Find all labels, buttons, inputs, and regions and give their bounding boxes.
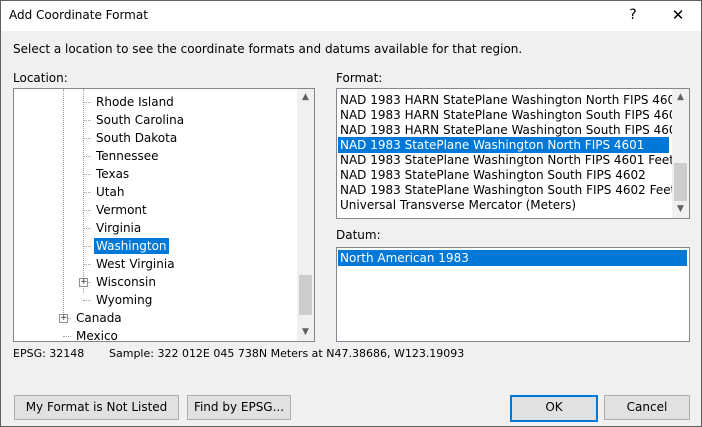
tree-connector (83, 300, 91, 301)
add-coordinate-format-dialog: Add Coordinate Format ? ✕ Select a locat… (0, 0, 702, 427)
format-list-item[interactable]: NAD 1983 StatePlane Washington North FIP… (338, 152, 674, 168)
scroll-thumb[interactable] (299, 275, 312, 315)
tree-item-wyoming[interactable]: Wyoming (94, 292, 154, 308)
tree-item-wisconsin[interactable]: Wisconsin (94, 274, 158, 290)
tree-connector (83, 102, 91, 103)
scroll-down-arrow-icon[interactable]: ▼ (297, 324, 314, 341)
datum-label: Datum: (336, 228, 381, 242)
tree-item-vermont[interactable]: Vermont (94, 202, 149, 218)
instructions-text: Select a location to see the coordinate … (13, 42, 523, 56)
format-list-item[interactable]: NAD 1983 StatePlane Washington North FIP… (338, 137, 669, 153)
scroll-up-arrow-icon[interactable]: ▲ (297, 89, 314, 106)
format-list[interactable]: NAD 1983 HARN StatePlane Washington Nort… (336, 88, 690, 219)
epsg-code: EPSG: 32148 (13, 347, 85, 360)
tree-connector (83, 264, 91, 265)
tree-item-canada[interactable]: Canada (74, 310, 124, 326)
tree-item-tennessee[interactable]: Tennessee (94, 148, 161, 164)
datum-list[interactable]: North American 1983 (336, 247, 690, 342)
tree-connector-level1 (63, 89, 64, 319)
tree-connector (83, 246, 91, 247)
tree-connector (83, 228, 91, 229)
title-bar: Add Coordinate Format ? ✕ (1, 1, 701, 31)
format-list-item[interactable]: Universal Transverse Mercator (Meters) (338, 197, 669, 213)
scroll-up-arrow-icon[interactable]: ▲ (672, 89, 689, 106)
tree-connector (83, 156, 91, 157)
format-list-item[interactable]: NAD 1983 HARN StatePlane Washington Nort… (338, 92, 689, 108)
format-list-item[interactable]: NAD 1983 HARN StatePlane Washington Sout… (338, 122, 689, 138)
close-button[interactable]: ✕ (655, 1, 701, 31)
tree-connector (83, 120, 91, 121)
help-button[interactable]: ? (610, 1, 656, 31)
location-scrollbar[interactable]: ▲ ▼ (297, 89, 314, 341)
expand-plus-icon[interactable]: + (79, 278, 88, 287)
datum-list-item[interactable]: North American 1983 (338, 250, 687, 266)
help-icon: ? (629, 7, 637, 23)
tree-item-south-dakota[interactable]: South Dakota (94, 130, 179, 146)
location-label: Location: (13, 71, 68, 85)
tree-connector (63, 336, 71, 337)
format-list-item[interactable]: NAD 1983 StatePlane Washington South FIP… (338, 167, 669, 183)
window-title: Add Coordinate Format (9, 8, 148, 22)
format-list-item[interactable]: NAD 1983 StatePlane Washington South FIP… (338, 182, 675, 198)
tree-item-utah[interactable]: Utah (94, 184, 126, 200)
ok-button[interactable]: OK (510, 395, 598, 422)
scroll-down-arrow-icon[interactable]: ▼ (672, 201, 689, 218)
tree-connector (83, 192, 91, 193)
expand-plus-icon[interactable]: + (59, 314, 68, 323)
tree-item-south-carolina[interactable]: South Carolina (94, 112, 186, 128)
format-scrollbar[interactable]: ▲ ▼ (672, 89, 689, 218)
tree-item-washington[interactable]: Washington (94, 238, 169, 254)
format-label: Format: (336, 71, 383, 85)
tree-item-west-virginia[interactable]: West Virginia (94, 256, 177, 272)
format-not-listed-button[interactable]: My Format is Not Listed (14, 395, 179, 420)
tree-item-rhode-island[interactable]: Rhode Island (94, 94, 176, 110)
location-tree[interactable]: Rhode Island South Carolina South Dakota Te… (13, 88, 315, 342)
cancel-button[interactable]: Cancel (604, 395, 690, 420)
scroll-thumb[interactable] (674, 163, 687, 201)
tree-connector (83, 138, 91, 139)
tree-connector (83, 174, 91, 175)
close-icon: ✕ (671, 6, 685, 24)
tree-item-mexico[interactable]: Mexico (74, 328, 120, 341)
format-list-item[interactable]: NAD 1983 HARN StatePlane Washington Sout… (338, 107, 684, 123)
tree-connector (83, 210, 91, 211)
sample-coordinates: Sample: 322 012E 045 738N Meters at N47.… (109, 347, 465, 360)
tree-item-virginia[interactable]: Virginia (94, 220, 143, 236)
tree-item-texas[interactable]: Texas (94, 166, 131, 182)
find-by-epsg-button[interactable]: Find by EPSG... (187, 395, 291, 420)
